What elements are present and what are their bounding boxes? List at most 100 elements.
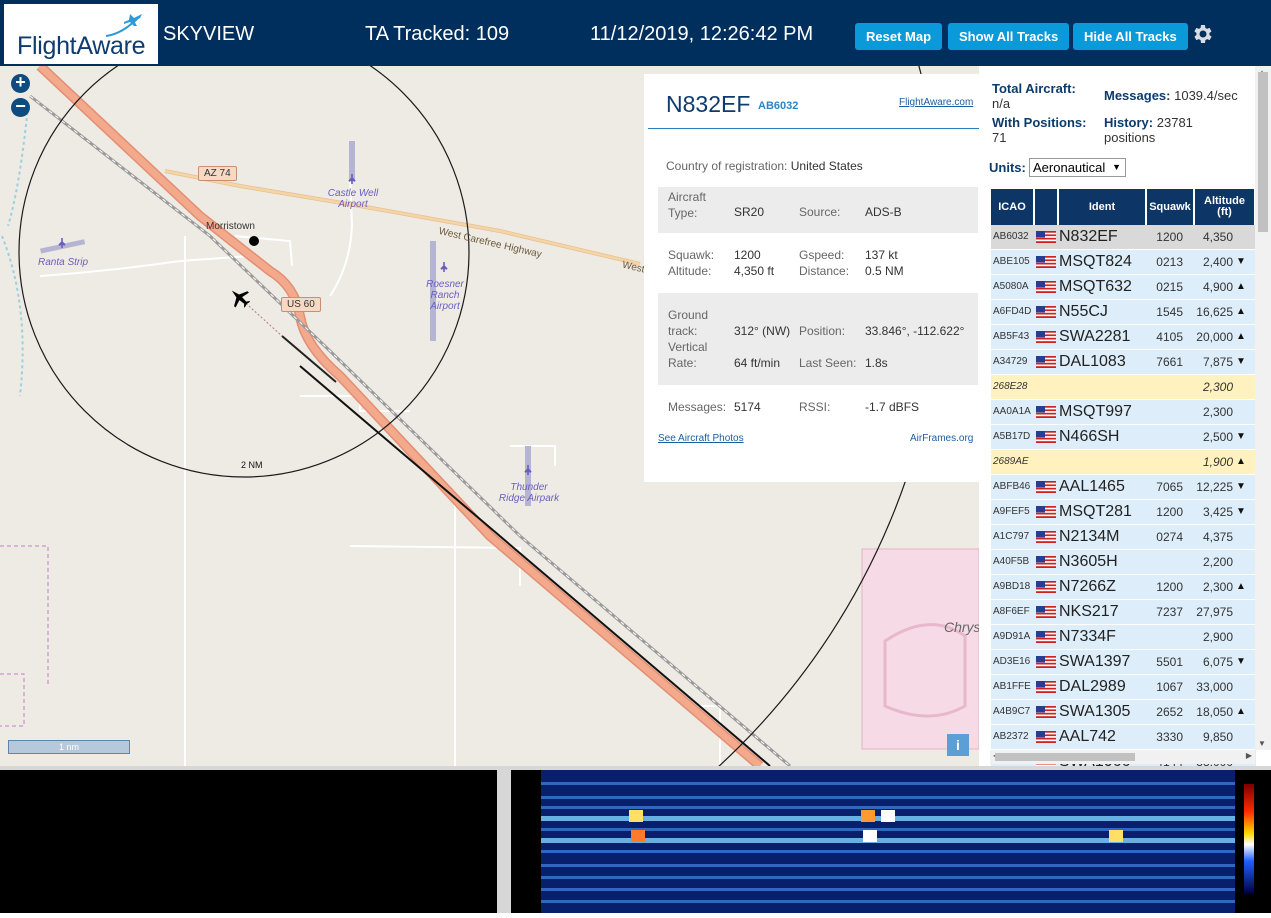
col-flag[interactable] (1035, 189, 1059, 225)
airframes-link[interactable]: AirFrames.org (910, 433, 973, 444)
table-row[interactable]: AB1FFE DAL2989 1067 33,000 (991, 675, 1256, 700)
road-shield-us60: US 60 (281, 297, 321, 312)
us-flag-icon (1036, 656, 1056, 668)
row-flag-cell (1035, 650, 1057, 674)
row-icao: ABFB46 (993, 481, 1031, 492)
row-icao: AB1FFE (993, 681, 1031, 692)
messages-label: Messages: (668, 400, 727, 414)
table-row[interactable]: A9D91A N7334F 2,900 (991, 625, 1256, 650)
row-trend-icon: ▼ (1236, 356, 1246, 367)
row-squawk: 1200 (1156, 580, 1183, 594)
row-flag-cell (1035, 700, 1057, 724)
flightaware-logo[interactable]: FlightAware (4, 4, 158, 64)
distance-value: 0.5 NM (865, 264, 904, 278)
row-flag-cell (1035, 400, 1057, 424)
row-ident (1059, 375, 1145, 399)
row-trend-icon: ▼ (1236, 506, 1246, 517)
row-flag-cell (1035, 725, 1057, 749)
row-icao: 268E28 (993, 381, 1028, 392)
last-seen-label: Last Seen: (799, 356, 857, 370)
map-info-button[interactable]: i (947, 734, 969, 756)
row-squawk: 5501 (1156, 655, 1183, 669)
us-flag-icon (1036, 231, 1056, 243)
row-squawk: 3330 (1156, 730, 1183, 744)
units-select[interactable]: Aeronautical ▼ (1029, 158, 1126, 177)
row-trend-icon: ▼ (1236, 481, 1246, 492)
row-trend-icon (1235, 400, 1247, 424)
hide-all-tracks-button[interactable]: Hide All Tracks (1073, 23, 1188, 50)
table-row[interactable]: A5B17D N466SH 2,500 ▼ (991, 425, 1256, 450)
horizontal-scrollbar[interactable]: ◀ ▶ (990, 750, 1255, 764)
row-trend-icon: ▲ (1236, 281, 1246, 292)
row-flag-cell (1035, 525, 1057, 549)
row-squawk (1146, 375, 1183, 399)
reset-map-button[interactable]: Reset Map (855, 23, 943, 50)
table-row[interactable]: AA0A1A MSQT997 2,300 (991, 400, 1256, 425)
row-icao: A8F6EF (993, 606, 1030, 617)
country-value: United States (790, 159, 863, 173)
row-ident: MSQT997 (1059, 403, 1132, 420)
row-trend-icon: ▲ (1236, 331, 1246, 342)
panel-separator-vertical (497, 770, 511, 913)
aircraft-list-panel: Total Aircraft: n/a Messages: 1039.4/sec … (979, 66, 1271, 766)
table-row[interactable]: A34729 DAL1083 7661 7,875 ▼ (991, 350, 1256, 375)
distance-label: Distance: (799, 264, 850, 278)
col-squawk[interactable]: Squawk (1147, 189, 1195, 225)
table-row[interactable]: ABFB46 AAL1465 7065 12,225 ▼ (991, 475, 1256, 500)
table-row[interactable]: A8F6EF NKS217 7237 27,975 (991, 600, 1256, 625)
range-ring-label: 2 NM (241, 460, 263, 470)
flightaware-link[interactable]: FlightAware.com (899, 97, 973, 108)
table-row[interactable]: AB6032 N832EF 1200 4,350 (991, 225, 1256, 250)
vertical-scrollbar[interactable]: ▲ ▼ (1255, 66, 1271, 750)
zoom-out-button[interactable]: − (11, 97, 30, 117)
row-trend-icon: ▲ (1236, 456, 1246, 467)
zoom-in-button[interactable]: + (11, 73, 30, 93)
row-icao: A4B9C7 (993, 706, 1031, 717)
table-row[interactable]: AD3E16 SWA1397 5501 6,075 ▼ (991, 650, 1256, 675)
row-squawk: 4105 (1156, 330, 1183, 344)
popup-divider (648, 128, 979, 129)
row-trend-icon (1235, 625, 1247, 649)
vertical-rate-label: Vertical Rate: (668, 340, 708, 370)
col-altitude[interactable]: Altitude (ft) (1195, 189, 1256, 225)
aircraft-details-panel: N832EF AB6032 FlightAware.com Country of… (644, 74, 979, 482)
us-flag-icon (1036, 681, 1056, 693)
show-all-tracks-button[interactable]: Show All Tracks (948, 23, 1070, 50)
table-row[interactable]: A40F5B N3605H 2,200 (991, 550, 1256, 575)
row-ident: AAL742 (1059, 728, 1116, 745)
row-trend-icon: ▼ (1236, 656, 1246, 667)
row-flag-cell (1035, 600, 1057, 624)
aircraft-type-label: Aircraft Type: (668, 190, 707, 220)
units-label: Units: (989, 160, 1026, 175)
units-selected-value: Aeronautical (1033, 160, 1106, 175)
table-row[interactable]: AB2372 AAL742 3330 9,850 (991, 725, 1256, 750)
table-row[interactable]: A9BD18 N7266Z 1200 2,300 ▲ (991, 575, 1256, 600)
us-flag-icon (1036, 431, 1056, 443)
row-trend-icon: ▼ (1236, 431, 1246, 442)
table-row[interactable]: ABE105 MSQT824 0213 2,400 ▼ (991, 250, 1256, 275)
row-ident: NKS217 (1059, 603, 1119, 620)
row-trend-icon (1235, 600, 1247, 624)
us-flag-icon (1036, 281, 1056, 293)
last-seen-value: 1.8s (865, 356, 888, 370)
gspeed-value: 137 kt (865, 248, 898, 262)
source-value: ADS-B (865, 205, 902, 219)
col-icao[interactable]: ICAO (991, 189, 1035, 225)
table-row[interactable]: A6FD4D N55CJ 1545 16,625 ▲ (991, 300, 1256, 325)
row-squawk: 1545 (1156, 305, 1183, 319)
table-row[interactable]: A1C797 N2134M 0274 4,375 (991, 525, 1256, 550)
road-shield-az74: AZ 74 (198, 166, 237, 181)
row-squawk (1146, 625, 1183, 649)
col-ident[interactable]: Ident (1059, 189, 1147, 225)
table-row[interactable]: A5080A MSQT632 0215 4,900 ▲ (991, 275, 1256, 300)
table-row[interactable]: A9FEF5 MSQT281 1200 3,425 ▼ (991, 500, 1256, 525)
us-flag-icon (1036, 531, 1056, 543)
aircraft-photos-link[interactable]: See Aircraft Photos (658, 433, 744, 444)
table-row[interactable]: A4B9C7 SWA1305 2652 18,050 ▲ (991, 700, 1256, 725)
table-row[interactable]: 2689AE 1,900 ▲ (991, 450, 1256, 475)
top-bar: FlightAware SKYVIEW TA Tracked: 109 11/1… (0, 0, 1271, 66)
scale-bar: 1 nm (8, 740, 130, 754)
table-row[interactable]: AB5F43 SWA2281 4105 20,000 ▲ (991, 325, 1256, 350)
gear-icon[interactable] (1190, 22, 1214, 46)
table-row[interactable]: 268E28 2,300 (991, 375, 1256, 400)
